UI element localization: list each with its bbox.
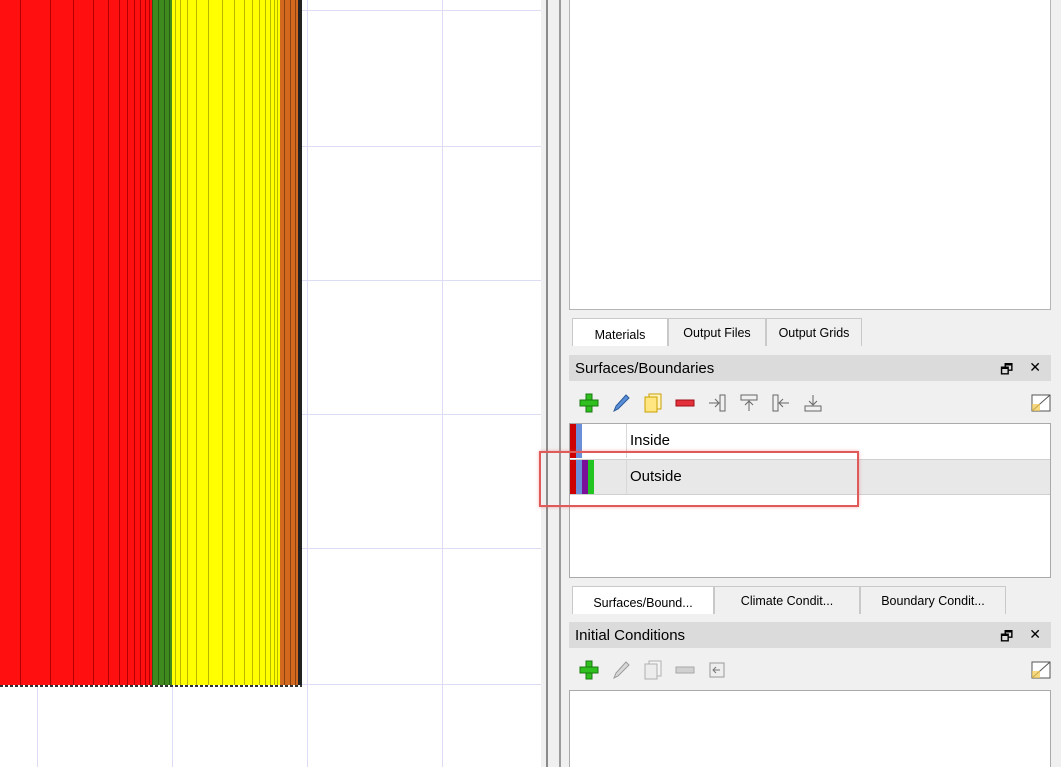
dock-panel: Materials Output Files Output Grids Surf… bbox=[548, 0, 1061, 767]
close-panel-icon[interactable]: ✕ bbox=[1029, 359, 1041, 383]
toggle-view-icon[interactable] bbox=[1028, 390, 1054, 416]
edit-icon[interactable] bbox=[608, 390, 634, 416]
grid-dash-line bbox=[0, 685, 302, 687]
tab-materials[interactable]: Materials bbox=[572, 318, 668, 346]
grid-stripe bbox=[149, 0, 150, 686]
list-item-label: Inside bbox=[630, 432, 671, 449]
grid-stripe bbox=[187, 0, 188, 686]
tab-label: Output Files bbox=[683, 325, 751, 340]
copy-icon[interactable] bbox=[640, 657, 666, 683]
construction-view[interactable] bbox=[0, 0, 541, 767]
tab-output-grids[interactable]: Output Grids bbox=[766, 318, 862, 346]
grid-stripe bbox=[180, 0, 181, 686]
close-panel-icon[interactable]: ✕ bbox=[1029, 626, 1041, 650]
top-tab-bar: Materials Output Files Output Grids bbox=[572, 318, 862, 346]
grid-stripe bbox=[295, 0, 296, 686]
tab-label: Surfaces/Bound... bbox=[593, 595, 693, 610]
grid-stripe bbox=[284, 0, 285, 686]
grid-stripe bbox=[244, 0, 245, 686]
grid-stripe bbox=[127, 0, 128, 686]
remove-icon[interactable] bbox=[672, 390, 698, 416]
grid-stripe bbox=[270, 0, 271, 686]
copy-icon[interactable] bbox=[640, 390, 666, 416]
surfaces-toolbar bbox=[570, 387, 1054, 419]
add-icon[interactable] bbox=[576, 390, 602, 416]
assign-top-icon[interactable] bbox=[736, 390, 762, 416]
grid-stripe bbox=[252, 0, 253, 686]
grid-stripe bbox=[158, 0, 159, 686]
panel-title-text: Initial Conditions bbox=[575, 626, 686, 644]
initial-panel-title: Initial Conditions 🗗 ✕ bbox=[569, 622, 1051, 648]
grid-stripe bbox=[169, 0, 170, 686]
grid-stripe bbox=[175, 0, 176, 686]
material-layer-dark[interactable] bbox=[298, 0, 302, 686]
float-panel-icon[interactable]: 🗗 bbox=[1000, 359, 1013, 383]
panel-title-text: Surfaces/Boundaries bbox=[575, 359, 715, 377]
tab-climate-conditions[interactable]: Climate Condit... bbox=[714, 586, 860, 614]
grid-stripe bbox=[50, 0, 51, 686]
tab-label: Climate Condit... bbox=[740, 593, 834, 608]
grid-stripe bbox=[259, 0, 260, 686]
grid-stripe bbox=[145, 0, 146, 686]
remove-icon[interactable] bbox=[672, 657, 698, 683]
assign-icon[interactable] bbox=[704, 657, 730, 683]
grid-stripe bbox=[73, 0, 74, 686]
grid-stripe bbox=[222, 0, 223, 686]
grid-stripe bbox=[20, 0, 21, 686]
grid-stripe bbox=[196, 0, 197, 686]
grid-stripe bbox=[140, 0, 141, 686]
assign-bottom-icon[interactable] bbox=[800, 390, 826, 416]
grid-stripe bbox=[208, 0, 209, 686]
tab-label: Materials bbox=[594, 327, 646, 342]
grid-stripe bbox=[274, 0, 275, 686]
tab-boundary-conditions[interactable]: Boundary Condit... bbox=[860, 586, 1006, 614]
grid-line bbox=[307, 0, 308, 767]
float-panel-icon[interactable]: 🗗 bbox=[1000, 626, 1013, 650]
dock-border bbox=[559, 0, 561, 767]
assign-right-icon[interactable] bbox=[768, 390, 794, 416]
tab-label: Output Grids bbox=[778, 325, 850, 340]
tab-label: Boundary Condit... bbox=[881, 593, 985, 608]
edit-icon[interactable] bbox=[608, 657, 634, 683]
grid-stripe bbox=[164, 0, 165, 686]
grid-stripe bbox=[234, 0, 235, 686]
grid-stripe bbox=[108, 0, 109, 686]
initial-toolbar bbox=[570, 654, 1054, 686]
grid-stripe bbox=[152, 0, 153, 686]
bottom-tab-bar: Surfaces/Bound... Climate Condit... Boun… bbox=[572, 586, 1006, 614]
highlight-box bbox=[539, 451, 859, 507]
surfaces-panel-title: Surfaces/Boundaries 🗗 ✕ bbox=[569, 355, 1051, 381]
initial-conditions-list[interactable] bbox=[569, 690, 1051, 767]
materials-list[interactable] bbox=[569, 0, 1051, 310]
assign-left-icon[interactable] bbox=[704, 390, 730, 416]
grid-stripe bbox=[277, 0, 278, 686]
grid-stripe bbox=[290, 0, 291, 686]
toggle-view-icon[interactable] bbox=[1028, 657, 1054, 683]
tab-surfaces-boundaries[interactable]: Surfaces/Bound... bbox=[572, 586, 714, 614]
tab-output-files[interactable]: Output Files bbox=[668, 318, 766, 346]
grid-line bbox=[442, 0, 443, 767]
material-layer-red[interactable] bbox=[0, 0, 152, 686]
grid-stripe bbox=[93, 0, 94, 686]
add-icon[interactable] bbox=[576, 657, 602, 683]
material-layer-yellow[interactable] bbox=[172, 0, 280, 686]
grid-stripe bbox=[134, 0, 135, 686]
grid-stripe bbox=[119, 0, 120, 686]
grid-stripe bbox=[265, 0, 266, 686]
